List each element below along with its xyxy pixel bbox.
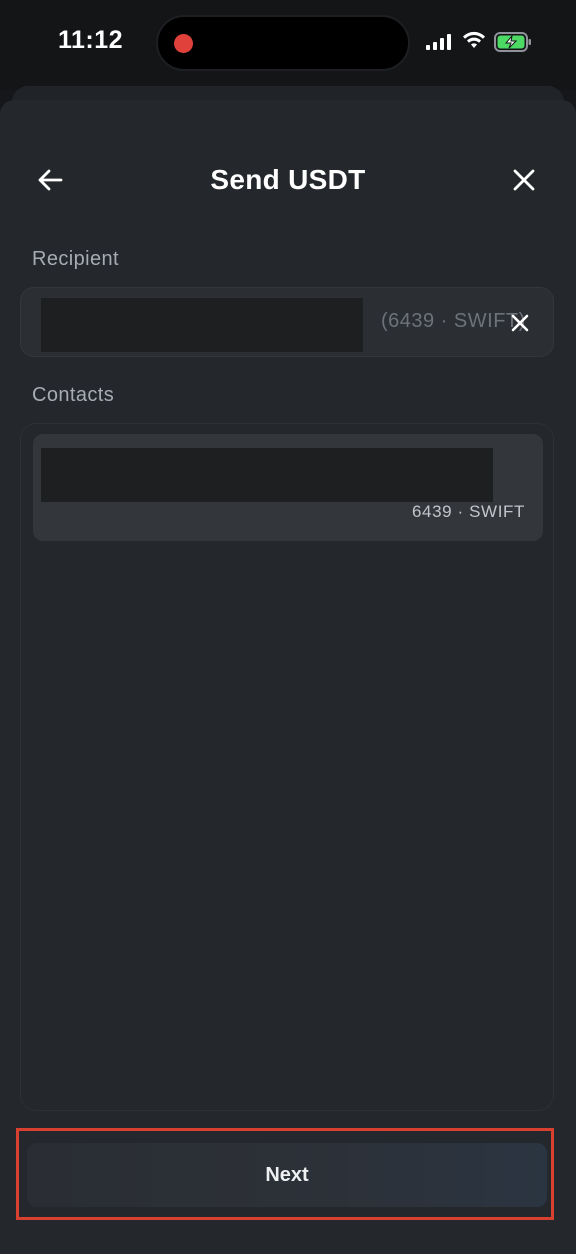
status-icons: [426, 30, 536, 54]
recording-indicator-icon: [174, 34, 193, 53]
redacted-recipient-name: [41, 298, 363, 352]
sheet-header: Send USDT: [0, 100, 576, 260]
next-button-highlight: Next: [16, 1128, 554, 1220]
battery-charging-icon: [494, 32, 531, 52]
contacts-list: 6439 · SWIFT: [20, 423, 554, 1111]
clear-recipient-button[interactable]: [505, 308, 535, 338]
close-button[interactable]: [504, 160, 544, 200]
recipient-label: Recipient: [32, 248, 119, 270]
dynamic-island: [156, 15, 410, 71]
contact-item[interactable]: 6439 · SWIFT: [33, 434, 543, 541]
cellular-signal-icon: [426, 34, 451, 50]
wifi-icon: [463, 31, 485, 48]
close-icon: [513, 169, 535, 191]
page-title: Send USDT: [210, 164, 366, 195]
close-icon: [511, 314, 529, 332]
contact-account-info: 6439 · SWIFT: [411, 502, 525, 521]
contacts-label: Contacts: [32, 384, 115, 406]
status-time: 11:12: [58, 26, 124, 54]
recipient-input[interactable]: (6439 · SWIFT): [20, 287, 554, 357]
status-bar: 11:12: [0, 0, 576, 90]
redacted-contact-name: [41, 448, 493, 502]
next-button[interactable]: Next: [27, 1143, 547, 1207]
send-sheet: Send USDT Recipient (6439 · SWIFT) Conta…: [0, 100, 576, 1254]
